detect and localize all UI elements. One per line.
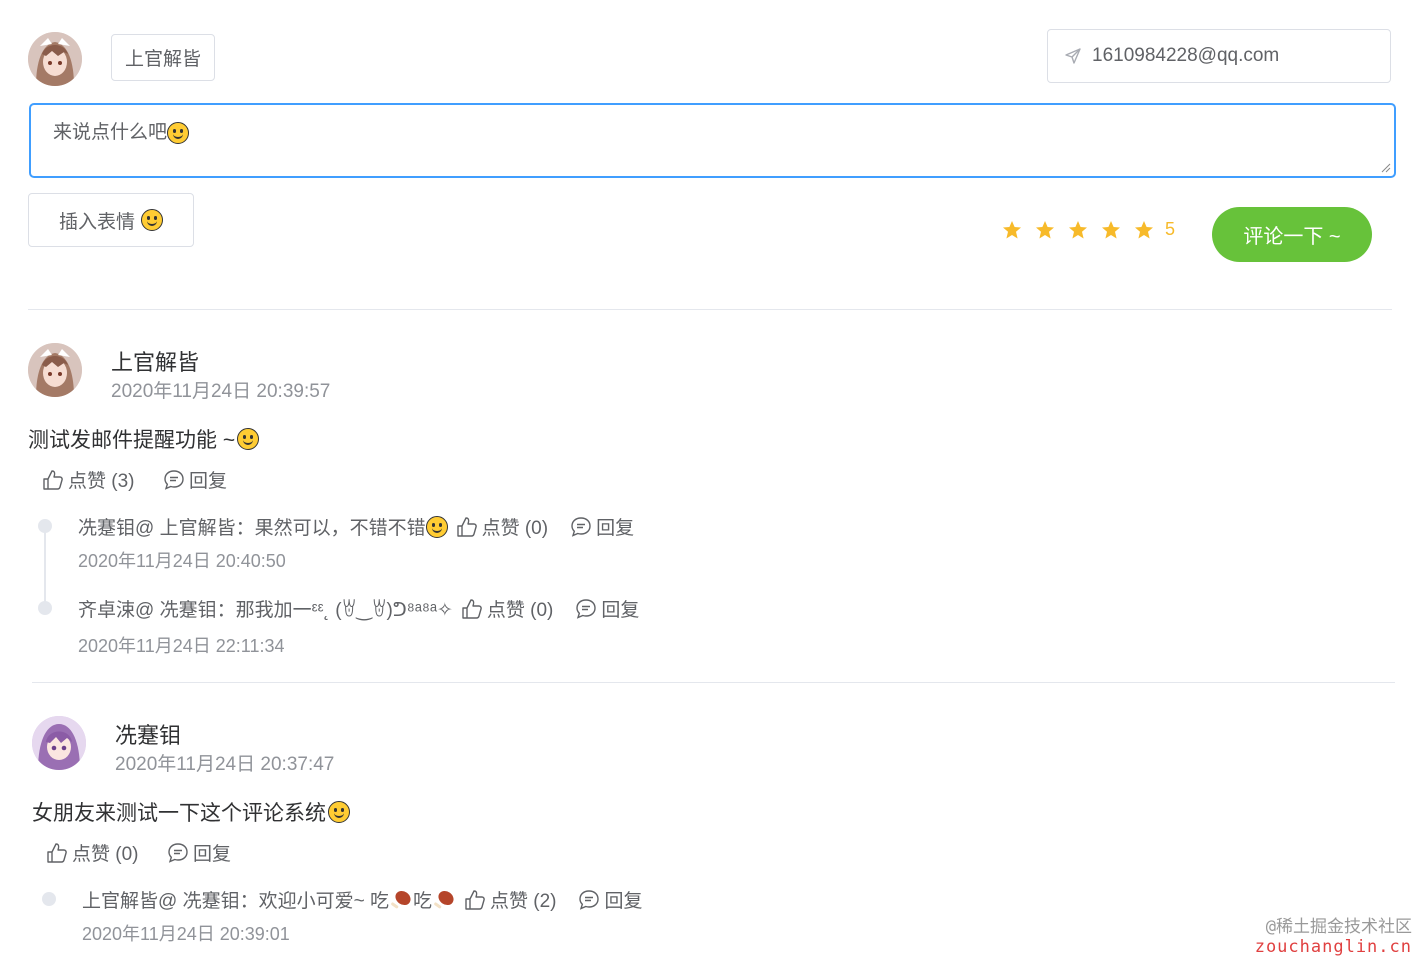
comment-text: 测试发邮件提醒功能 ~ (28, 429, 236, 452)
comment-avatar (32, 716, 86, 770)
chat-bubble-icon (579, 889, 600, 910)
grin-emoji-icon (167, 121, 190, 144)
email-value: 1610984228@qq.com (1092, 45, 1280, 66)
watermark: @稀土掘金技术社区 zouchanglin.cn (1255, 912, 1412, 957)
reply-timeline (44, 528, 46, 608)
reply-reply-label: 回复 (601, 600, 640, 621)
meat-drumstick-icon (391, 890, 411, 908)
reply-like-button[interactable]: 点赞 (2) (464, 886, 557, 913)
reply-text-2: 吃 (412, 891, 432, 912)
comment-content: 女朋友来测试一下这个评论系统 (32, 797, 350, 827)
send-icon (1065, 48, 1081, 64)
thinking-emoji-icon (425, 515, 448, 538)
star-icon[interactable] (1035, 220, 1055, 240)
reply-label: 回复 (193, 844, 232, 865)
reply-reply-button[interactable]: 回复 (575, 595, 639, 622)
thumbs-up-icon (47, 842, 67, 863)
thumbs-up-icon (43, 469, 63, 490)
thumbs-up-icon (465, 889, 485, 910)
reply-time: 2020年11月24日 22:11:34 (78, 636, 285, 656)
chat-bubble-icon (576, 598, 597, 619)
submit-comment-button[interactable]: 评论一下 ~ (1212, 207, 1372, 262)
comment-author: 冼蹇钼 (115, 723, 182, 748)
comment-author: 上官解皆 (111, 350, 200, 375)
comment-content: 测试发邮件提醒功能 ~ (28, 424, 260, 454)
reply-reply-button[interactable]: 回复 (578, 886, 643, 913)
like-button[interactable]: 点赞 (3) (42, 466, 135, 493)
reply-time: 2020年11月24日 20:39:01 (82, 924, 290, 944)
grin-emoji-icon (237, 428, 260, 450)
reply-like-label: 点赞 (0) (486, 600, 554, 621)
reply-label: 回复 (189, 471, 228, 492)
form-divider (28, 309, 1392, 310)
insert-emoji-button[interactable]: 插入表情 (28, 193, 194, 247)
comment-avatar (28, 343, 82, 397)
like-label: 点赞 (3) (68, 471, 135, 492)
thumbs-up-icon (456, 516, 477, 537)
resize-handle-icon[interactable] (1381, 163, 1391, 173)
like-button[interactable]: 点赞 (0) (46, 839, 139, 866)
reply-reply-label: 回复 (596, 518, 635, 539)
reply-text: 齐卓涑@ 冼蹇钼：那我加一ᵋᵋ˛ (ꇐ‿ꇐ)ᕤ⁸ᵃ⁸ᵃ✧ (78, 600, 453, 621)
reply-reply-label: 回复 (604, 891, 643, 912)
comment-text: 女朋友来测试一下这个评论系统 (32, 802, 326, 825)
chat-bubble-icon (168, 842, 188, 863)
chat-bubble-icon (571, 516, 591, 537)
star-icon[interactable] (1101, 220, 1121, 240)
reply-like-label: 点赞 (2) (489, 891, 557, 912)
tongue-emoji-icon (328, 801, 350, 823)
reply-button[interactable]: 回复 (163, 466, 227, 493)
star-icon[interactable] (1002, 220, 1022, 240)
reply-time: 2020年11月24日 20:40:50 (78, 551, 286, 571)
comment-textarea[interactable]: 来说点什么吧 (29, 103, 1396, 178)
thumbs-up-icon (462, 598, 482, 619)
like-label: 点赞 (0) (72, 844, 139, 865)
textarea-placeholder: 来说点什么吧 (53, 122, 168, 143)
chat-bubble-icon (164, 469, 184, 490)
timeline-dot (42, 892, 56, 906)
timeline-dot (38, 601, 52, 615)
email-field[interactable]: 1610984228@qq.com (1047, 29, 1391, 83)
insert-emoji-label: 插入表情 (58, 211, 135, 233)
meat-drumstick-icon (434, 890, 454, 908)
timeline-dot (38, 519, 52, 533)
reply-text: 上官解皆@ 冼蹇钼：欢迎小可爱~ 吃 (82, 891, 389, 912)
watermark-line1: @稀土掘金技术社区 (1265, 917, 1412, 937)
reply-button[interactable]: 回复 (167, 839, 231, 866)
star-icon[interactable] (1134, 220, 1154, 240)
reply-like-label: 点赞 (0) (481, 518, 549, 539)
reply-item: 齐卓涑@ 冼蹇钼：那我加一ᵋᵋ˛ (ꇐ‿ꇐ)ᕤ⁸ᵃ⁸ᵃ✧ 点赞 (0) 回复 (78, 595, 639, 622)
comment-time: 2020年11月24日 20:37:47 (115, 754, 335, 775)
rating-score: 5 (1165, 219, 1176, 239)
comment-time: 2020年11月24日 20:39:57 (111, 381, 331, 402)
smile-emoji-icon (141, 209, 163, 231)
user-avatar (28, 32, 82, 86)
comment-divider (32, 682, 1395, 683)
reply-like-button[interactable]: 点赞 (0) (456, 513, 549, 540)
star-icon[interactable] (1068, 220, 1088, 240)
username-tag[interactable]: 上官解皆 (111, 34, 215, 81)
rating-stars[interactable]: 5 (1002, 219, 1175, 240)
reply-item: 冼蹇钼@ 上官解皆：果然可以，不错不错 点赞 (0) 回复 (78, 513, 634, 540)
reply-item: 上官解皆@ 冼蹇钼：欢迎小可爱~ 吃 吃 点赞 (2) 回复 (82, 886, 643, 913)
reply-like-button[interactable]: 点赞 (0) (461, 595, 554, 622)
reply-reply-button[interactable]: 回复 (570, 513, 634, 540)
reply-text: 冼蹇钼@ 上官解皆：果然可以，不错不错 (78, 518, 426, 539)
watermark-line2: zouchanglin.cn (1254, 937, 1412, 957)
